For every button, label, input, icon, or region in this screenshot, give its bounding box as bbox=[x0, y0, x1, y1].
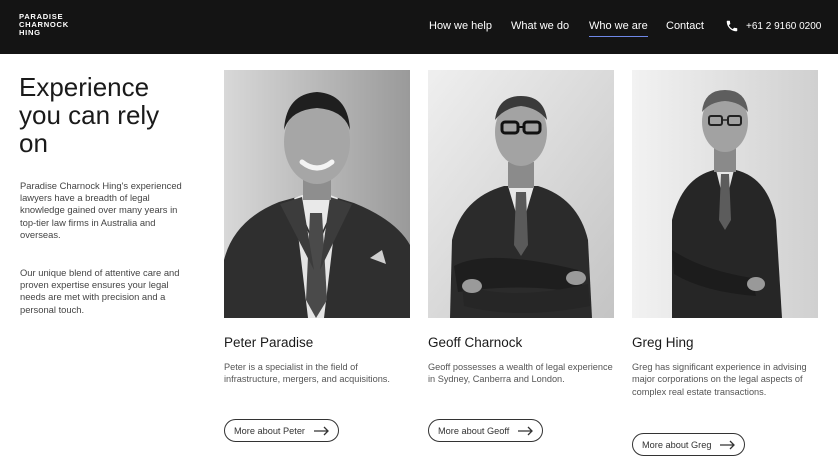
arrow-right-icon bbox=[314, 426, 329, 435]
button-label: More about Peter bbox=[234, 425, 305, 436]
site-header: PARADISE CHARNOCK HING How we help What … bbox=[0, 0, 838, 54]
peter-portrait-photo bbox=[224, 70, 410, 318]
more-about-geoff-button[interactable]: More about Geoff bbox=[428, 419, 544, 442]
nav-contact[interactable]: Contact bbox=[666, 20, 704, 32]
team-member-description: Geoff possesses a wealth of legal experi… bbox=[428, 362, 613, 385]
phone-link[interactable]: +61 2 9160 0200 bbox=[746, 21, 821, 32]
title-line: on bbox=[19, 128, 48, 158]
more-about-greg-button[interactable]: More about Greg bbox=[632, 433, 746, 456]
team-member-name: Geoff Charnock bbox=[428, 335, 523, 350]
button-label: More about Greg bbox=[642, 439, 712, 450]
intro-paragraph-2: Our unique blend of attentive care and p… bbox=[20, 267, 180, 315]
logo[interactable]: PARADISE CHARNOCK HING bbox=[19, 13, 69, 37]
team-member-description: Greg has significant experience in advis… bbox=[632, 362, 807, 397]
team-member-name: Greg Hing bbox=[632, 335, 694, 350]
page-title: Experience you can rely on bbox=[19, 73, 209, 157]
title-line: you can rely bbox=[19, 100, 160, 130]
nav-how-we-help[interactable]: How we help bbox=[429, 20, 492, 32]
geoff-portrait-photo bbox=[428, 70, 614, 318]
button-label: More about Geoff bbox=[438, 425, 510, 436]
title-line: Experience bbox=[19, 72, 150, 102]
intro-paragraph-1: Paradise Charnock Hing's experienced law… bbox=[20, 180, 182, 240]
more-about-peter-button[interactable]: More about Peter bbox=[224, 419, 339, 442]
phone-icon[interactable] bbox=[725, 19, 739, 33]
nav-what-we-do[interactable]: What we do bbox=[511, 20, 569, 32]
arrow-right-icon bbox=[720, 440, 736, 449]
team-member-name: Peter Paradise bbox=[224, 335, 314, 350]
nav-who-we-are[interactable]: Who we are bbox=[589, 20, 648, 37]
arrow-right-icon bbox=[518, 426, 534, 435]
team-member-description: Peter is a specialist in the field of in… bbox=[224, 362, 390, 385]
greg-portrait-photo bbox=[632, 70, 818, 318]
logo-line: HING bbox=[19, 28, 41, 37]
